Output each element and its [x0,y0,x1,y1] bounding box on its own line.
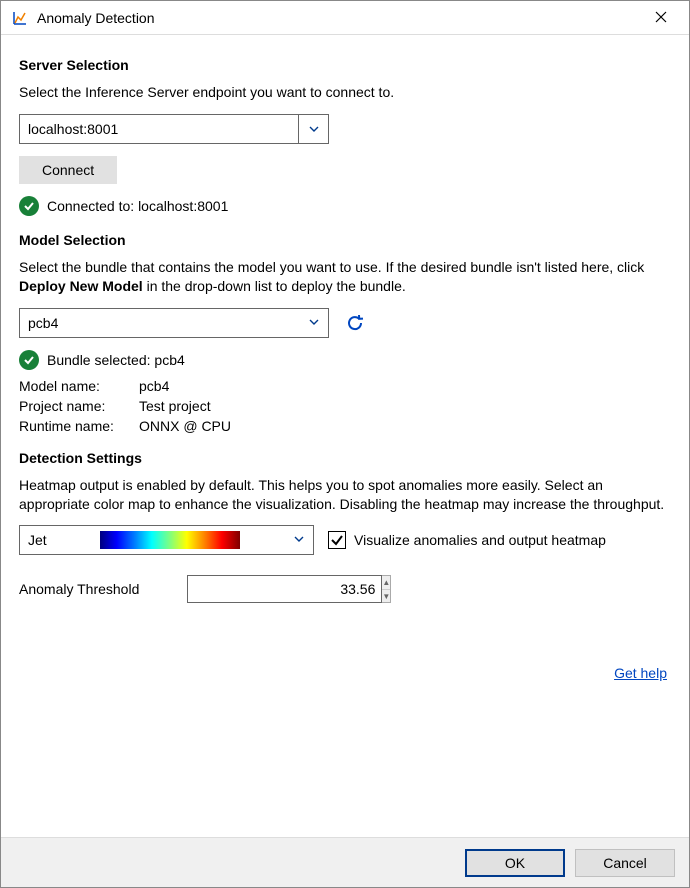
window-title: Anomaly Detection [37,10,643,26]
project-name-value: Test project [139,398,211,414]
server-status-prefix: Connected to: [47,198,138,214]
anomaly-threshold-spinner[interactable]: ▲ ▼ [187,575,307,603]
spinner-down-button[interactable]: ▼ [382,590,390,603]
spinner-up-button[interactable]: ▲ [382,576,390,590]
anomaly-threshold-label: Anomaly Threshold [19,581,139,597]
check-circle-icon [19,196,39,216]
model-name-value: pcb4 [139,378,169,394]
check-circle-icon [19,350,39,370]
model-status-value: pcb4 [154,352,184,368]
model-properties: Model name: pcb4 Project name: Test proj… [19,378,671,434]
model-bundle-select[interactable]: pcb4 [19,308,329,338]
heatmap-checkbox[interactable] [328,531,346,549]
runtime-name-label: Runtime name: [19,418,139,434]
app-icon [11,9,29,27]
titlebar: Anomaly Detection [1,1,689,35]
model-status: Bundle selected: pcb4 [19,350,671,370]
server-selection-header: Server Selection [19,57,671,73]
detection-settings-header: Detection Settings [19,450,671,466]
connect-button[interactable]: Connect [19,156,117,184]
detection-settings-desc: Heatmap output is enabled by default. Th… [19,476,671,514]
server-endpoint-dropdown-button[interactable] [299,114,329,144]
colormap-gradient-preview [100,531,240,549]
colormap-selected: Jet [28,532,47,548]
anomaly-threshold-input[interactable] [187,575,382,603]
model-status-prefix: Bundle selected: [47,352,154,368]
server-selection-desc: Select the Inference Server endpoint you… [19,83,671,102]
refresh-button[interactable] [343,311,367,335]
project-name-label: Project name: [19,398,139,414]
server-endpoint-input[interactable] [19,114,299,144]
dialog-content: Server Selection Select the Inference Se… [1,35,689,837]
heatmap-checkbox-label: Visualize anomalies and output heatmap [354,532,606,548]
chevron-down-icon [308,315,320,331]
close-button[interactable] [643,10,679,26]
colormap-select[interactable]: Jet [19,525,314,555]
chevron-down-icon [293,532,305,548]
dialog-footer: OK Cancel [1,837,689,887]
model-selection-desc: Select the bundle that contains the mode… [19,258,671,296]
model-bundle-selected: pcb4 [28,315,58,331]
model-selection-header: Model Selection [19,232,671,248]
server-status-value: localhost:8001 [138,198,228,214]
cancel-button[interactable]: Cancel [575,849,675,877]
get-help-link[interactable]: Get help [614,665,667,681]
server-status: Connected to: localhost:8001 [19,196,671,216]
server-endpoint-combo[interactable] [19,114,329,144]
runtime-name-value: ONNX @ CPU [139,418,231,434]
ok-button[interactable]: OK [465,849,565,877]
model-name-label: Model name: [19,378,139,394]
